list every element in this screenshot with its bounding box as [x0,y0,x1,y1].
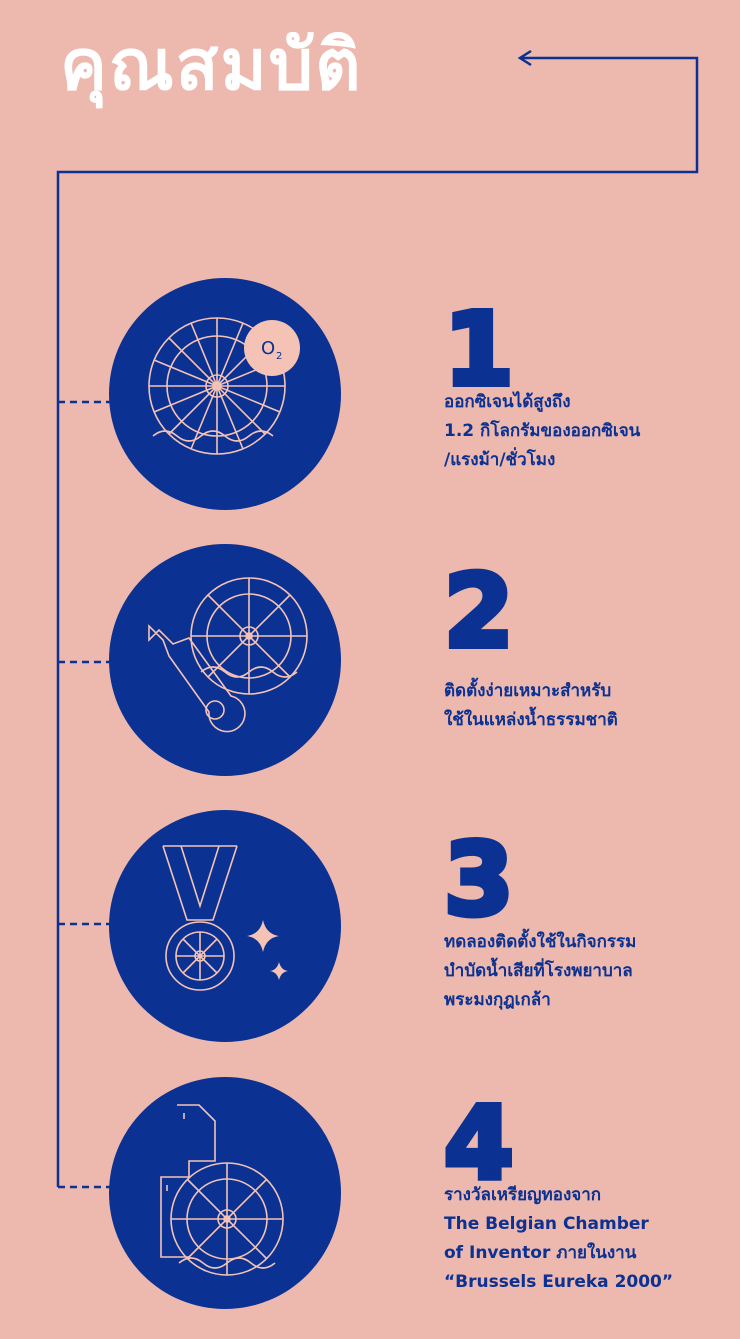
description-line: ทดลองติดตั้งใช้ในกิจกรรม [444,932,637,952]
item-description: ทดลองติดตั้งใช้ในกิจกรรม บำบัดน้ำเสียที่… [444,928,734,1015]
factory-paddle-wheel-icon [109,1077,341,1309]
paddle-wheel-oxygen-icon: O 2 [109,278,341,510]
item-number: 3 [441,821,517,938]
description-line: of Inventor ภายในงาน [444,1243,637,1263]
item-description: รางวัลเหรียญทองจาก The Belgian Chamber o… [444,1181,734,1297]
description-line: ใช้ในแหล่งน้ำธรรมชาติ [444,710,618,730]
item-description: ออกซิเจนได้สูงถึง 1.2 กิโลกรัมของออกซิเจ… [444,388,734,475]
description-line: ออกซิเจนได้สูงถึง [444,392,571,412]
page-title: คุณสมบัติ [60,24,363,106]
description-line: ติดตั้งง่ายเหมาะสำหรับ [444,681,612,701]
svg-text:O: O [261,338,275,359]
description-line: “Brussels Eureka 2000” [444,1272,674,1292]
svg-text:2: 2 [276,351,282,362]
description-line: 1.2 กิโลกรัมของออกซิเจน [444,421,641,441]
description-line: พระมงกุฎเกล้า [444,990,551,1010]
item-description: ติดตั้งง่ายเหมาะสำหรับ ใช้ในแหล่งน้ำธรรม… [444,677,734,735]
item-number: 4 [441,1085,517,1202]
item-number: 2 [441,553,517,670]
item-number: 1 [441,291,517,408]
description-line: บำบัดน้ำเสียที่โรงพยาบาล [444,961,633,981]
description-line: /แรงม้า/ชั่วโมง [444,450,556,470]
medal-icon [109,810,341,1042]
description-line: รางวัลเหรียญทองจาก [444,1185,602,1205]
wrench-paddle-wheel-icon [109,544,341,776]
description-line: The Belgian Chamber [444,1214,649,1234]
